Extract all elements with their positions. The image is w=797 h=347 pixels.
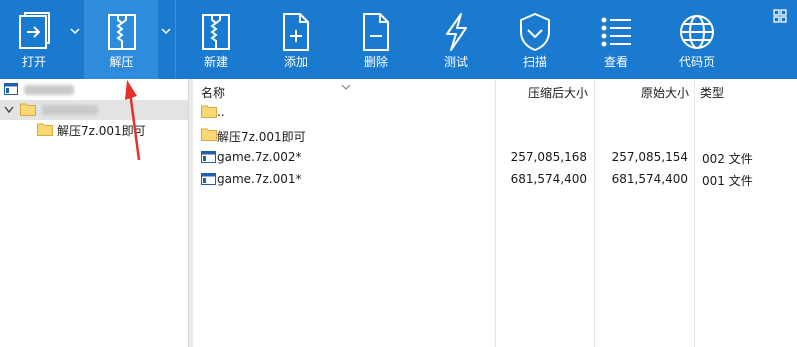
table-row[interactable]: 解压7z.001即可 [193, 125, 797, 146]
original-size: 257,085,154 [611, 150, 688, 164]
folder-tree: 解压7z.001即可 [0, 79, 189, 347]
folder-icon [201, 127, 217, 144]
file-type: 001 文件 [702, 174, 753, 188]
test-label: 测试 [443, 55, 468, 69]
tree-item-subfolder[interactable]: 解压7z.001即可 [0, 120, 188, 140]
extract-button[interactable]: 解压 [85, 0, 158, 79]
collapse-chevron-icon[interactable] [4, 103, 14, 117]
column-type-header[interactable]: 类型 [700, 84, 724, 101]
scan-shield-icon [515, 12, 555, 52]
test-icon [436, 12, 476, 52]
add-icon [276, 12, 316, 52]
new-button[interactable]: 新建 [190, 0, 242, 79]
tree-item-archive[interactable] [0, 100, 188, 120]
file-name: game.7z.002* [217, 150, 302, 164]
folder-icon [20, 102, 36, 119]
file-type: 002 文件 [702, 152, 753, 166]
extract-label: 解压 [109, 55, 134, 69]
file-icon [201, 173, 216, 188]
file-name: .. [217, 105, 225, 119]
open-button[interactable]: 打开 [0, 0, 68, 79]
file-icon [201, 151, 216, 166]
layout-grid-icon[interactable] [773, 9, 787, 23]
delete-button[interactable]: 删除 [350, 0, 402, 79]
table-row[interactable]: .. [193, 102, 797, 123]
packed-size: 681,574,400 [510, 172, 587, 186]
toolbar-divider [175, 0, 176, 79]
toolbar: 打开 解压 新建 添加 删除 测试 扫描 查看 代码页 [0, 0, 797, 79]
add-label: 添加 [283, 55, 308, 69]
codepage-button[interactable]: 代码页 [668, 0, 726, 79]
open-icon [14, 12, 54, 52]
redacted-archive-name [42, 105, 98, 115]
table-row[interactable]: game.7z.001* 681,574,400 681,574,400 001… [193, 169, 797, 190]
new-archive-icon [196, 12, 236, 52]
sort-chevron-icon [341, 79, 351, 93]
view-list-icon [596, 12, 636, 52]
redacted-path [24, 85, 74, 95]
view-label: 查看 [603, 55, 628, 69]
extract-dropdown-chevron-icon[interactable] [159, 24, 173, 38]
scan-button[interactable]: 扫描 [509, 0, 561, 79]
table-row[interactable]: game.7z.002* 257,085,168 257,085,154 002… [193, 147, 797, 168]
codepage-globe-icon [677, 12, 717, 52]
file-name: 解压7z.001即可 [217, 130, 306, 144]
extract-icon [102, 12, 142, 52]
tree-root[interactable] [2, 80, 189, 100]
file-name: game.7z.001* [217, 172, 302, 186]
new-label: 新建 [203, 55, 228, 69]
archive-window-icon [4, 82, 18, 98]
view-button[interactable]: 查看 [590, 0, 642, 79]
add-button[interactable]: 添加 [270, 0, 322, 79]
column-packed-header[interactable]: 压缩后大小 [528, 84, 588, 101]
test-button[interactable]: 测试 [430, 0, 482, 79]
column-size-header[interactable]: 原始大小 [641, 84, 689, 101]
column-name-header[interactable]: 名称 [201, 84, 225, 101]
folder-icon [201, 104, 217, 121]
original-size: 681,574,400 [611, 172, 688, 186]
scan-label: 扫描 [522, 55, 547, 69]
annotation-arrow-icon [125, 80, 141, 161]
file-list: 名称 压缩后大小 原始大小 类型 .. 解压7z.001即可 game.7z.0… [193, 79, 797, 347]
delete-icon [356, 12, 396, 52]
delete-label: 删除 [363, 55, 388, 69]
open-dropdown-chevron-icon[interactable] [68, 24, 82, 38]
folder-icon [37, 122, 53, 139]
open-label: 打开 [21, 55, 46, 69]
packed-size: 257,085,168 [510, 150, 587, 164]
codepage-label: 代码页 [678, 55, 715, 69]
